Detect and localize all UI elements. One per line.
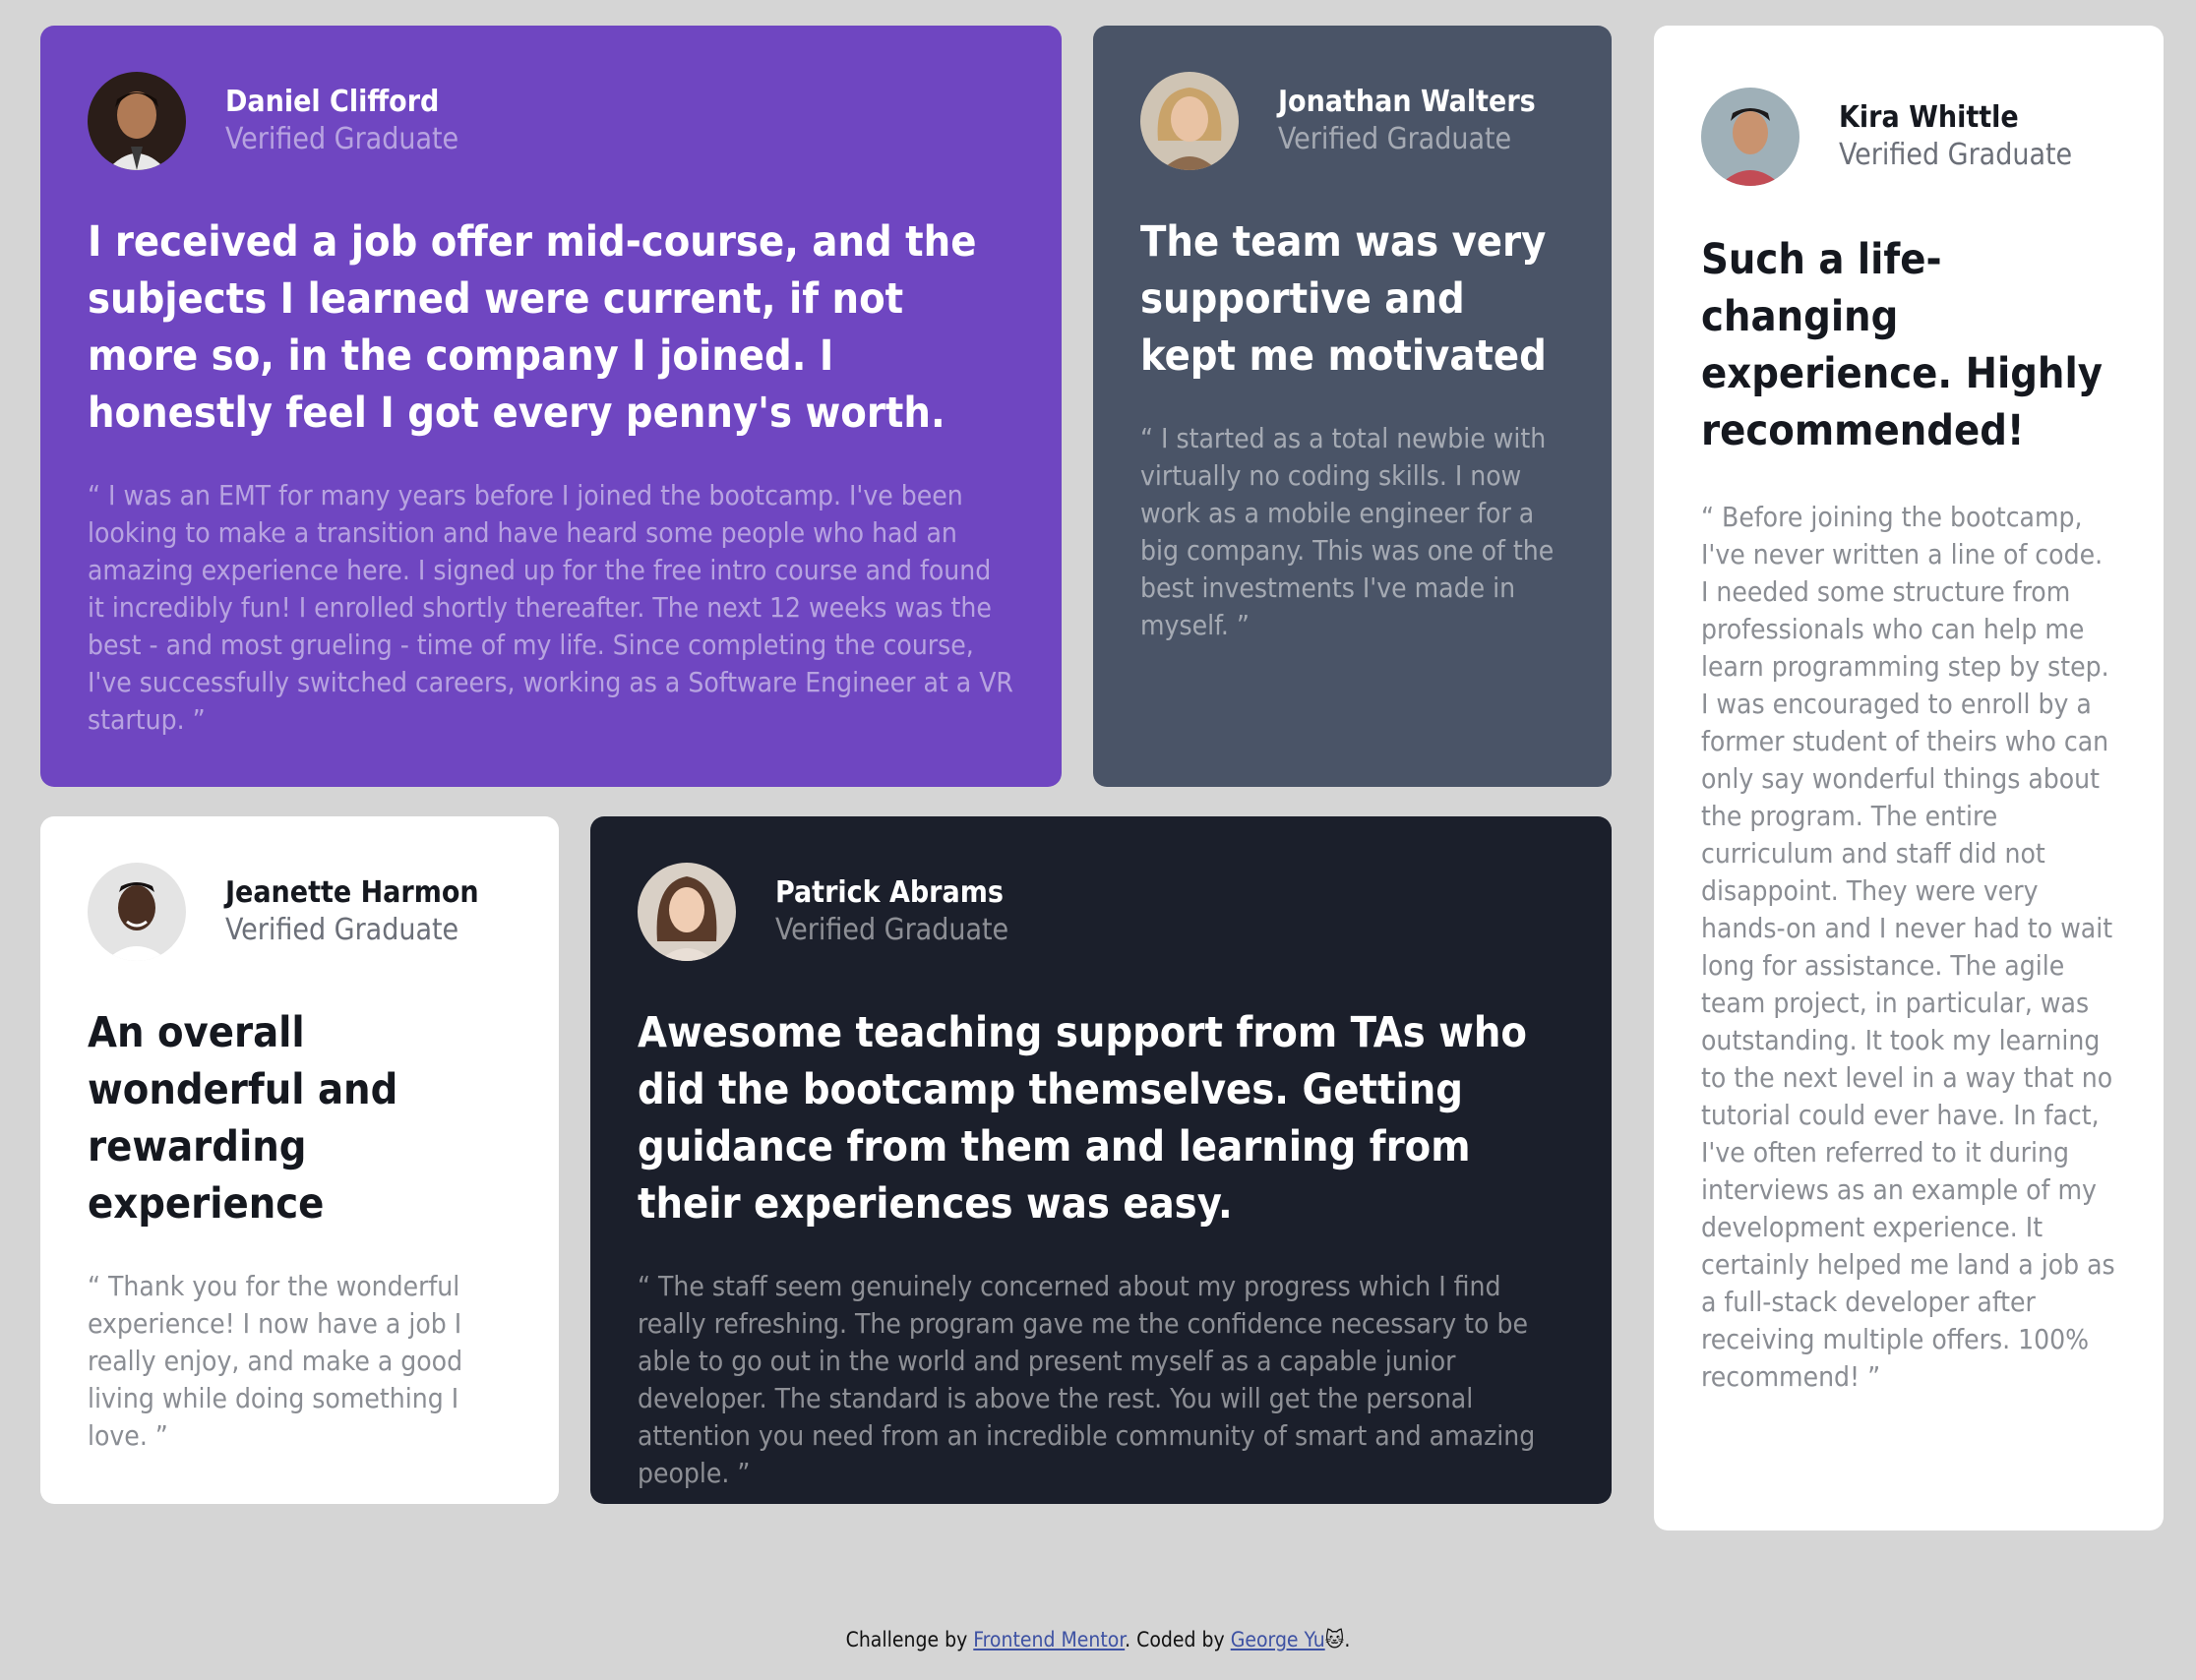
card-header: Patrick Abrams Verified Graduate	[638, 863, 1564, 961]
avatar	[1140, 72, 1239, 170]
author-info: Kira Whittle Verified Graduate	[1839, 99, 2072, 174]
author-name: Kira Whittle	[1839, 100, 2019, 135]
author-name: Daniel Clifford	[225, 85, 440, 119]
author-role: Verified Graduate	[1839, 138, 2073, 172]
attribution: Challenge by Frontend Mentor. Coded by G…	[0, 1628, 2196, 1651]
testimonial-quote: “ Before joining the bootcamp, I've neve…	[1701, 501, 2115, 1393]
avatar	[88, 72, 186, 170]
testimonial-card-daniel-clifford: Daniel Clifford Verified Graduate I rece…	[40, 26, 1062, 787]
testimonial-card-patrick-abrams: Patrick Abrams Verified Graduate Awesome…	[590, 816, 1612, 1504]
card-header: Jeanette Harmon Verified Graduate	[88, 863, 512, 961]
testimonial-card-kira-whittle: Kira Whittle Verified Graduate Such a li…	[1654, 26, 2164, 1530]
testimonial-quote: “ Thank you for the wonderful experience…	[88, 1270, 463, 1452]
testimonial-quote: “ The staff seem genuinely concerned abo…	[638, 1270, 1536, 1489]
testimonial-quote: “ I started as a total newbie with virtu…	[1140, 422, 1555, 641]
avatar	[638, 863, 736, 961]
author-name: Jeanette Harmon	[225, 875, 479, 910]
author-info: Daniel Clifford Verified Graduate	[225, 84, 458, 158]
attribution-prefix: Challenge by	[845, 1628, 974, 1651]
avatar	[88, 863, 186, 961]
testimonial-headline: Awesome teaching support from TAs who di…	[638, 1008, 1528, 1229]
testimonial-card-jeanette-harmon: Jeanette Harmon Verified Graduate An ove…	[40, 816, 559, 1504]
author-name: Patrick Abrams	[775, 875, 1004, 910]
card-header: Jonathan Walters Verified Graduate	[1140, 72, 1564, 170]
author-info: Patrick Abrams Verified Graduate	[775, 874, 1008, 949]
testimonial-headline: Such a life-changing experience. Highly …	[1701, 235, 2103, 455]
cat-icon: 🐱	[1324, 1628, 1345, 1651]
testimonial-headline: I received a job offer mid-course, and t…	[88, 217, 977, 438]
testimonial-headline: An overall wonderful and rewarding exper…	[88, 1008, 398, 1229]
avatar	[1701, 88, 1800, 186]
card-header: Kira Whittle Verified Graduate	[1701, 88, 2116, 186]
frontend-mentor-link[interactable]: Frontend Mentor	[973, 1628, 1125, 1651]
card-header: Daniel Clifford Verified Graduate	[88, 72, 1014, 170]
author-name: Jonathan Walters	[1278, 85, 1536, 119]
author-info: Jonathan Walters Verified Graduate	[1278, 84, 1536, 158]
author-role: Verified Graduate	[225, 122, 459, 156]
author-link[interactable]: George Yu	[1231, 1628, 1325, 1651]
author-role: Verified Graduate	[225, 913, 459, 947]
author-role: Verified Graduate	[775, 913, 1009, 947]
author-info: Jeanette Harmon Verified Graduate	[225, 874, 479, 949]
testimonial-quote: “ I was an EMT for many years before I j…	[88, 479, 1013, 736]
author-role: Verified Graduate	[1278, 122, 1512, 156]
attribution-suffix: .	[1344, 1628, 1351, 1651]
attribution-middle: . Coded by	[1125, 1628, 1231, 1651]
testimonial-card-jonathan-walters: Jonathan Walters Verified Graduate The t…	[1093, 26, 1612, 787]
testimonial-headline: The team was very supportive and kept me…	[1140, 217, 1547, 381]
